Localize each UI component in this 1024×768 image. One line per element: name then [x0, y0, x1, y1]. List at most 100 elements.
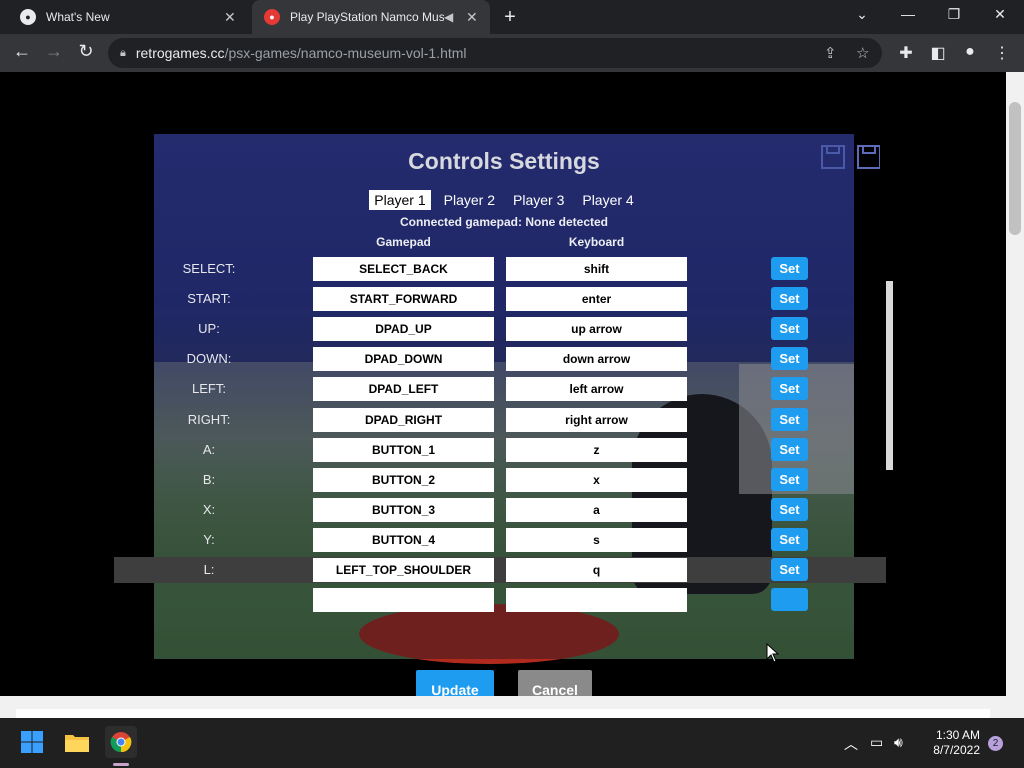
controls-settings-panel: Controls Settings Player 1 Player 2 Play…	[114, 134, 893, 696]
cancel-button[interactable]: Cancel	[518, 670, 592, 696]
tab-title: Play PlayStation Namco Mus	[290, 10, 444, 24]
tab-player-3[interactable]: Player 3	[508, 190, 569, 210]
restore-button[interactable]: ❐	[942, 6, 966, 23]
tab-namco-museum[interactable]: ● Play PlayStation Namco Mus ◀︎ ✕	[252, 0, 490, 34]
gamepad-binding[interactable]: DPAD_UP	[313, 317, 494, 341]
tab-title: What's New	[46, 10, 110, 24]
keyboard-binding[interactable]: shift	[506, 257, 687, 281]
clock[interactable]: 1:30 AM 8/7/2022	[912, 728, 980, 758]
keyboard-binding[interactable]: q	[506, 558, 687, 582]
gamepad-binding[interactable]	[313, 588, 494, 612]
control-label: Y:	[203, 532, 215, 547]
gamepad-binding[interactable]: DPAD_DOWN	[313, 347, 494, 371]
lock-icon: 🔒︎	[120, 46, 126, 59]
profile-icon[interactable]: ●	[960, 43, 980, 61]
network-icon[interactable]: ▭	[870, 734, 883, 751]
set-button[interactable]: Set	[771, 317, 808, 340]
keyboard-binding[interactable]: a	[506, 498, 687, 522]
gamepad-binding[interactable]: BUTTON_3	[313, 498, 494, 522]
page-scrollbar-thumb[interactable]	[1009, 102, 1021, 235]
control-row-y: Y: BUTTON_4 s Set	[114, 527, 886, 553]
tab-player-4[interactable]: Player 4	[577, 190, 638, 210]
control-label: X:	[202, 502, 216, 517]
control-label: LEFT:	[192, 381, 226, 396]
controls-list-scrollbar[interactable]	[886, 281, 893, 470]
control-label: RIGHT:	[187, 412, 231, 427]
player-tabs: Player 1 Player 2 Player 3 Player 4	[154, 190, 854, 210]
keyboard-binding[interactable]: s	[506, 528, 687, 552]
set-button[interactable]	[771, 588, 808, 611]
set-button[interactable]: Set	[771, 468, 808, 491]
menu-icon[interactable]: ⋮	[992, 43, 1012, 63]
chrome-taskbar-icon[interactable]	[105, 726, 137, 758]
page-scrollbar[interactable]	[1006, 72, 1024, 718]
save-icons	[820, 142, 881, 175]
gamepad-binding[interactable]: LEFT_TOP_SHOULDER	[313, 558, 494, 582]
gamepad-binding[interactable]: DPAD_LEFT	[313, 377, 494, 401]
chrome-icon: ●	[20, 9, 36, 25]
browser-tab-strip: ● What's New ✕ ● Play PlayStation Namco …	[0, 0, 1024, 34]
gamepad-binding[interactable]: BUTTON_2	[313, 468, 494, 492]
keyboard-binding[interactable]: x	[506, 468, 687, 492]
gamepad-binding[interactable]: BUTTON_4	[313, 528, 494, 552]
minimize-button[interactable]: —	[896, 6, 920, 22]
close-tab-icon[interactable]: ✕	[224, 9, 236, 26]
forward-button[interactable]: →	[42, 41, 66, 62]
control-row-select: SELECT: SELECT_BACK shift Set	[114, 256, 886, 282]
notification-badge[interactable]: 2	[988, 736, 1003, 751]
keyboard-binding[interactable]: right arrow	[506, 408, 687, 432]
address-bar[interactable]: 🔒︎ retrogames.cc/psx-games/namco-museum-…	[108, 38, 882, 68]
control-label: DOWN:	[186, 351, 232, 366]
side-panel-icon[interactable]: ◧	[928, 43, 948, 63]
keyboard-binding[interactable]: enter	[506, 287, 687, 311]
mouse-cursor-icon	[766, 643, 780, 663]
control-label: A:	[202, 442, 216, 457]
close-window-button[interactable]: ✕	[988, 6, 1012, 23]
gamepad-binding[interactable]: START_FORWARD	[313, 287, 494, 311]
page-bottom-content	[16, 709, 990, 718]
set-button[interactable]: Set	[771, 498, 808, 521]
control-row-up: UP: DPAD_UP up arrow Set	[114, 316, 886, 342]
set-button[interactable]: Set	[771, 558, 808, 581]
set-button[interactable]: Set	[771, 408, 808, 431]
set-button[interactable]: Set	[771, 287, 808, 310]
new-tab-button[interactable]: +	[500, 6, 520, 29]
volume-icon[interactable]: 🔊︎	[894, 734, 903, 751]
control-label: UP:	[198, 321, 220, 336]
windows-start-icon[interactable]	[16, 726, 48, 758]
gamepad-binding[interactable]: DPAD_RIGHT	[313, 408, 494, 432]
extensions-icon[interactable]: ✚	[896, 43, 916, 63]
close-tab-icon[interactable]: ✕	[466, 9, 478, 26]
back-button[interactable]: ←	[10, 41, 34, 62]
tab-player-1[interactable]: Player 1	[369, 190, 431, 210]
tab-player-2[interactable]: Player 2	[439, 190, 500, 210]
bookmark-star-icon[interactable]: ☆	[856, 44, 869, 62]
keyboard-binding[interactable]	[506, 588, 687, 612]
set-button[interactable]: Set	[771, 347, 808, 370]
gamepad-binding[interactable]: BUTTON_1	[313, 438, 494, 462]
url-host: retrogames.cc	[135, 45, 225, 61]
controls-list: SELECT: SELECT_BACK shift Set START: STA…	[114, 256, 886, 661]
keyboard-binding[interactable]: left arrow	[506, 377, 687, 401]
keyboard-binding[interactable]: z	[506, 438, 687, 462]
tab-whats-new[interactable]: ● What's New ✕	[8, 0, 244, 34]
control-row-right: RIGHT: DPAD_RIGHT right arrow Set	[114, 407, 886, 433]
update-button[interactable]: Update	[416, 670, 494, 696]
speaker-icon[interactable]: ◀︎	[444, 10, 453, 24]
control-label: L:	[203, 562, 215, 577]
set-button[interactable]: Set	[771, 528, 808, 551]
tab-search-icon[interactable]: ⌄	[850, 6, 874, 23]
control-row-b: B: BUTTON_2 x Set	[114, 467, 886, 493]
set-button[interactable]: Set	[771, 377, 808, 400]
chevron-up-icon[interactable]: ︿	[844, 734, 858, 754]
gamepad-binding[interactable]: SELECT_BACK	[313, 257, 494, 281]
file-explorer-icon[interactable]	[61, 726, 93, 758]
set-button[interactable]: Set	[771, 438, 808, 461]
save-state-icon[interactable]	[820, 142, 881, 170]
keyboard-binding[interactable]: down arrow	[506, 347, 687, 371]
set-button[interactable]: Set	[771, 257, 808, 280]
share-icon[interactable]: ⇪	[824, 44, 837, 62]
keyboard-binding[interactable]: up arrow	[506, 317, 687, 341]
control-row-a: A: BUTTON_1 z Set	[114, 437, 886, 463]
reload-button[interactable]: ↻	[74, 41, 98, 62]
